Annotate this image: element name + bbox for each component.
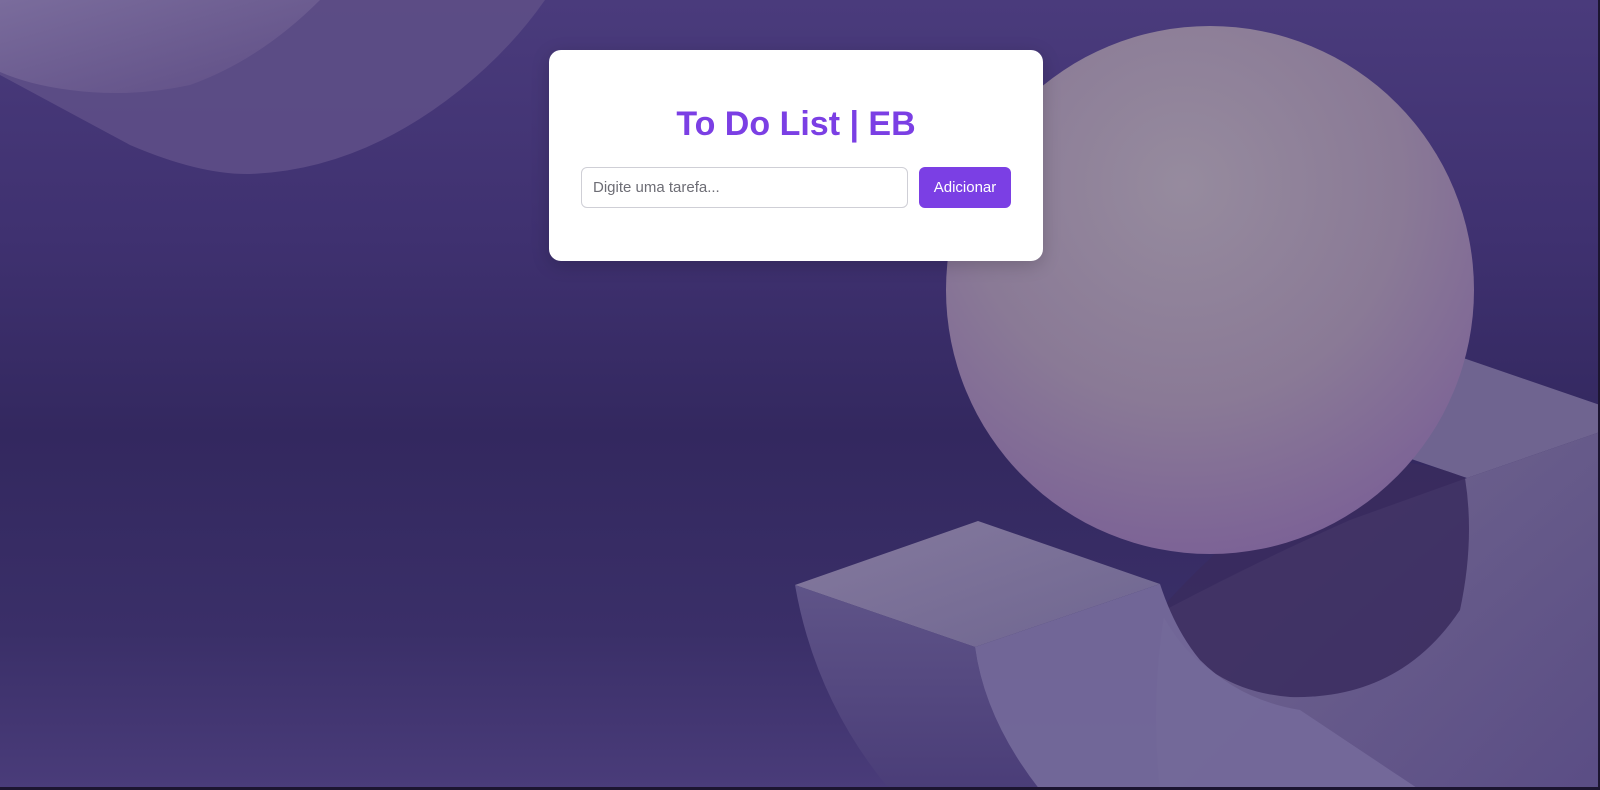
page-background: To Do List | EB Adicionar: [0, 0, 1600, 790]
add-task-button[interactable]: Adicionar: [919, 167, 1011, 208]
task-input[interactable]: [581, 167, 908, 208]
todo-card: To Do List | EB Adicionar: [549, 50, 1043, 261]
page-title: To Do List | EB: [676, 105, 916, 143]
